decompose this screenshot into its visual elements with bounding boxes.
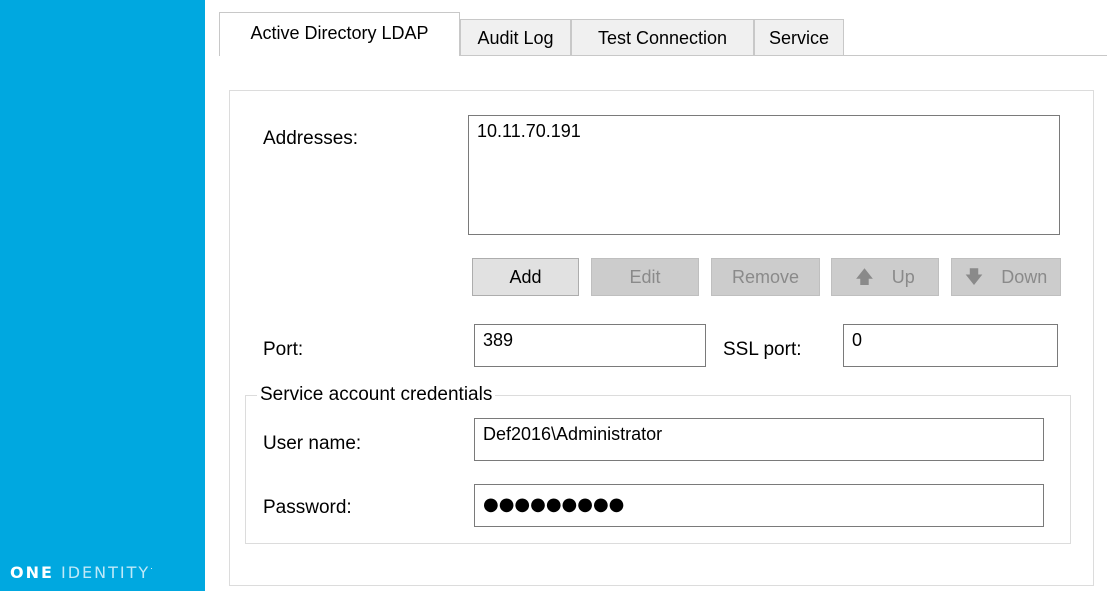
tab-audit-log[interactable]: Audit Log xyxy=(460,19,571,55)
tab-service[interactable]: Service xyxy=(754,19,844,55)
logo-one-text: ONE xyxy=(10,563,54,582)
credentials-group-title: Service account credentials xyxy=(257,384,496,406)
ssl-port-label: SSL port: xyxy=(723,339,802,360)
arrow-up-icon: 🡅 xyxy=(855,267,874,287)
ssl-port-input[interactable]: 0 xyxy=(843,324,1058,367)
up-button[interactable]: 🡅 Up xyxy=(831,258,939,296)
add-button[interactable]: Add xyxy=(472,258,579,296)
remove-button[interactable]: Remove xyxy=(711,258,820,296)
logo-trademark: · xyxy=(150,564,155,574)
tab-test-connection[interactable]: Test Connection xyxy=(571,19,754,55)
down-button-label: Down xyxy=(1001,267,1048,287)
tab-active-directory-ldap[interactable]: Active Directory LDAP xyxy=(219,12,460,56)
down-button[interactable]: 🡇 Down xyxy=(951,258,1061,296)
one-identity-logo: ONE IDENTITY· xyxy=(10,563,155,582)
port-input[interactable]: 389 xyxy=(474,324,706,367)
up-button-label: Up xyxy=(891,267,915,287)
edit-button[interactable]: Edit xyxy=(591,258,699,296)
addresses-label: Addresses: xyxy=(263,128,359,149)
username-input[interactable]: Def2016\Administrator xyxy=(474,418,1044,461)
password-label: Password: xyxy=(263,497,352,518)
addresses-list[interactable]: 10.11.70.191 xyxy=(468,115,1060,235)
password-input[interactable]: ●●●●●●●●● xyxy=(474,484,1044,527)
username-label: User name: xyxy=(263,433,362,454)
port-label: Port: xyxy=(263,339,304,360)
logo-identity-text: IDENTITY xyxy=(61,563,151,582)
arrow-down-icon: 🡇 xyxy=(964,267,984,287)
address-item[interactable]: 10.11.70.191 xyxy=(477,121,1051,142)
sidebar: ONE IDENTITY· xyxy=(0,0,205,591)
